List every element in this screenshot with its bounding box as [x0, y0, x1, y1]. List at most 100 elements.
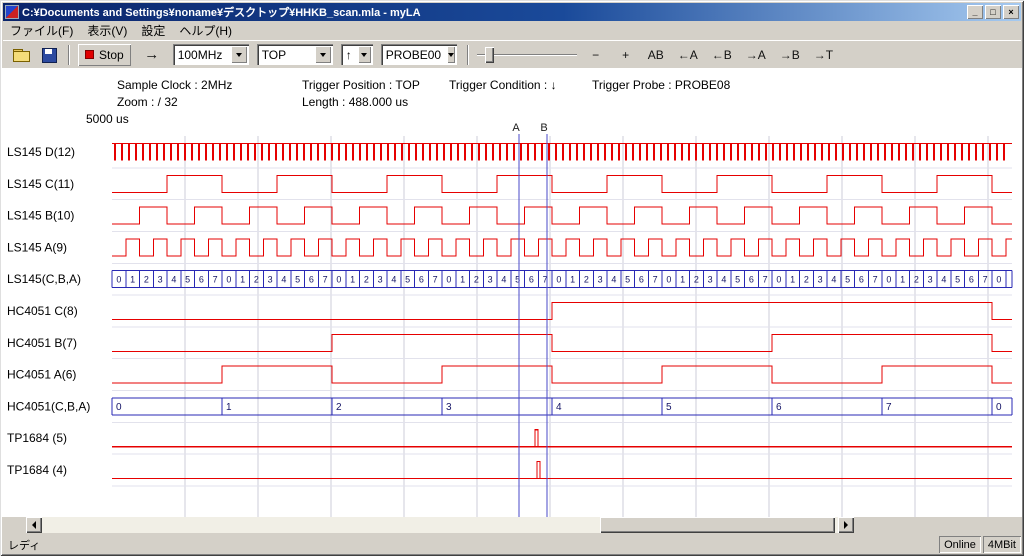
stop-button[interactable]: Stop: [78, 44, 131, 66]
menu-view[interactable]: 表示(V): [80, 20, 134, 41]
sample-clock-info: Sample Clock : 2MHz: [117, 78, 232, 92]
goto-cursor-a-left-button[interactable]: ←A: [675, 45, 701, 65]
bus-outline: [112, 398, 1012, 415]
close-button[interactable]: ×: [1003, 5, 1019, 19]
trigger-position-select[interactable]: TOP: [257, 44, 333, 65]
goto-cursor-a-right-button[interactable]: →A: [743, 45, 769, 65]
bus-value: 0: [116, 275, 121, 285]
bus-value: 6: [199, 275, 204, 285]
bus-value: 2: [914, 275, 919, 285]
bus-value: 0: [666, 275, 671, 285]
bus-value: 0: [226, 275, 231, 285]
run-button[interactable]: →: [141, 45, 163, 65]
channel-label[interactable]: HC4051 C(8): [7, 304, 78, 318]
bus-value: 2: [336, 402, 342, 413]
bus-value: 3: [708, 275, 713, 285]
scroll-right-button[interactable]: [838, 517, 854, 533]
zoom-info: Zoom : / 32: [117, 95, 178, 109]
scrollbar-thumb[interactable]: [600, 517, 835, 533]
bus-value: 3: [598, 275, 603, 285]
bus-value: 4: [171, 275, 176, 285]
horizontal-scrollbar[interactable]: [2, 517, 1022, 533]
trigger-condition-info: Trigger Condition : ↓: [449, 78, 557, 92]
zoom-out-button[interactable]: −: [585, 45, 607, 65]
bus-value: 0: [116, 402, 122, 413]
scroll-left-button[interactable]: [26, 517, 42, 533]
chevron-down-icon[interactable]: [358, 46, 371, 63]
chevron-down-icon[interactable]: [315, 46, 331, 63]
sample-clock-select[interactable]: 100MHz: [173, 44, 249, 65]
open-file-icon[interactable]: [12, 47, 30, 63]
waveform-plot: LS145 D(12) LS145 C(11) LS145 B(10) LS145 A…: [2, 68, 1022, 517]
bus-value: 3: [818, 275, 823, 285]
bus-value: 7: [763, 275, 768, 285]
title-bar[interactable]: C:¥Documents and Settings¥noname¥デスクトップ¥…: [3, 3, 1021, 21]
save-file-icon[interactable]: [40, 47, 58, 63]
bus-value: 4: [611, 275, 616, 285]
trigger-edge-select[interactable]: ↑: [341, 44, 373, 65]
goto-cursor-b-right-button[interactable]: →B: [777, 45, 803, 65]
waveform-square: [112, 175, 1012, 192]
bus-value: 5: [625, 275, 630, 285]
bus-value: 5: [845, 275, 850, 285]
waveform-square: [112, 303, 1012, 320]
bus-value: 7: [323, 275, 328, 285]
bus-value: 5: [735, 275, 740, 285]
trigger-edge-value: ↑: [346, 48, 352, 62]
chevron-down-icon[interactable]: [231, 46, 247, 63]
time-per-div-label: 5000 us: [86, 112, 129, 126]
bus-value: 2: [584, 275, 589, 285]
triangle-right-icon: [844, 521, 852, 529]
trigger-position-info: Trigger Position : TOP: [302, 78, 420, 92]
triangle-left-icon: [28, 521, 36, 529]
bus-value: 4: [556, 402, 562, 413]
bus-value: 1: [460, 275, 465, 285]
trigger-probe-value: PROBE00: [386, 48, 441, 62]
channel-label[interactable]: TP1684 (5): [7, 431, 67, 445]
goto-trigger-button[interactable]: →T: [811, 45, 836, 65]
zoom-slider[interactable]: [477, 45, 577, 65]
status-bar: レディ Online 4MBit: [2, 535, 1022, 553]
goto-cursor-b-left-button[interactable]: ←B: [709, 45, 735, 65]
channel-label[interactable]: LS145(C,B,A): [7, 272, 81, 286]
channel-label[interactable]: HC4051 A(6): [7, 368, 76, 382]
sample-clock-value: 100MHz: [178, 48, 225, 62]
channel-label[interactable]: LS145 B(10): [7, 209, 74, 223]
bus-value: 6: [776, 402, 782, 413]
bus-value: 0: [336, 275, 341, 285]
length-info: Length : 488.000 us: [302, 95, 408, 109]
channel-label[interactable]: LS145 A(9): [7, 240, 67, 254]
channel-label[interactable]: LS145 D(12): [7, 145, 75, 159]
bus-value: 3: [928, 275, 933, 285]
zoom-in-button[interactable]: +: [615, 45, 637, 65]
waveform-pulse: [112, 462, 1012, 479]
minimize-button[interactable]: _: [967, 5, 983, 19]
bus-value: 7: [886, 402, 892, 413]
app-window: C:¥Documents and Settings¥noname¥デスクトップ¥…: [0, 0, 1024, 556]
trigger-probe-select[interactable]: PROBE00: [381, 44, 457, 65]
bus-value: 4: [391, 275, 396, 285]
menu-help[interactable]: ヘルプ(H): [172, 20, 239, 41]
menu-file[interactable]: ファイル(F): [3, 20, 80, 41]
stop-label: Stop: [99, 48, 124, 62]
zoom-slider-thumb[interactable]: [485, 47, 494, 63]
maximize-button[interactable]: □: [985, 5, 1001, 19]
chevron-down-icon[interactable]: [447, 46, 455, 63]
menu-settings[interactable]: 設定: [134, 20, 172, 41]
bus-value: 2: [144, 275, 149, 285]
ab-cursor-button[interactable]: AB: [645, 45, 667, 65]
channel-label[interactable]: TP1684 (4): [7, 463, 67, 477]
toolbar-separator: [68, 45, 70, 65]
bus-value: 6: [639, 275, 644, 285]
waveform-square: [112, 366, 1012, 383]
bus-value: 3: [268, 275, 273, 285]
cursor-label-A: A: [512, 122, 520, 134]
channel-label[interactable]: LS145 C(11): [7, 177, 74, 191]
status-online: Online: [939, 536, 981, 553]
menu-bar: ファイル(F) 表示(V) 設定 ヘルプ(H): [3, 21, 1021, 40]
channel-label[interactable]: HC4051(C,B,A): [7, 399, 90, 413]
bus-value: 1: [240, 275, 245, 285]
waveform-client-area: Sample Clock : 2MHz Trigger Position : T…: [2, 68, 1022, 517]
bus-value: 0: [996, 402, 1002, 413]
channel-label[interactable]: HC4051 B(7): [7, 336, 77, 350]
